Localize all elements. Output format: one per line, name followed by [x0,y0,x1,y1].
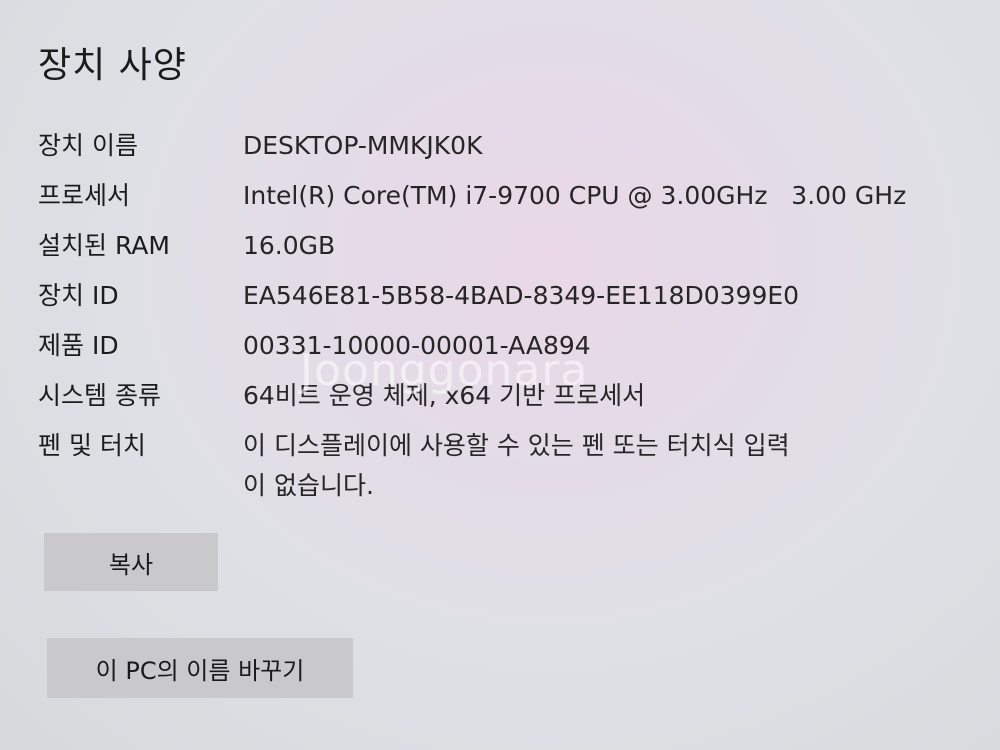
spec-value: 64비트 운영 체제, x64 기반 프로세서 [243,381,646,410]
spec-label: 프로세서 [38,181,131,210]
device-specs-page: 장치 사양 장치 이름 DESKTOP-MMKJK0K 프로세서 Intel(R… [0,0,1000,750]
copy-button[interactable]: 복사 [44,533,218,591]
spec-value: 16.0GB [243,231,336,260]
page-title: 장치 사양 [38,45,187,86]
spec-value: 이 디스플레이에 사용할 수 있는 펜 또는 터치식 입력 이 없습니다. [243,431,790,500]
spec-label: 펜 및 터치 [38,431,146,460]
spec-label: 설치된 RAM [38,231,170,260]
spec-label: 장치 ID [38,281,119,310]
spec-label: 시스템 종류 [38,381,161,410]
spec-label: 장치 이름 [38,131,138,160]
rename-pc-button[interactable]: 이 PC의 이름 바꾸기 [47,638,353,698]
spec-value: 00331-10000-00001-AA894 [243,331,591,360]
spec-label: 제품 ID [38,331,119,360]
spec-value: EA546E81-5B58-4BAD-8349-EE118D0399E0 [243,281,800,310]
spec-value: DESKTOP-MMKJK0K [243,131,483,160]
spec-value: Intel(R) Core(TM) i7-9700 CPU @ 3.00GHz … [243,181,907,210]
